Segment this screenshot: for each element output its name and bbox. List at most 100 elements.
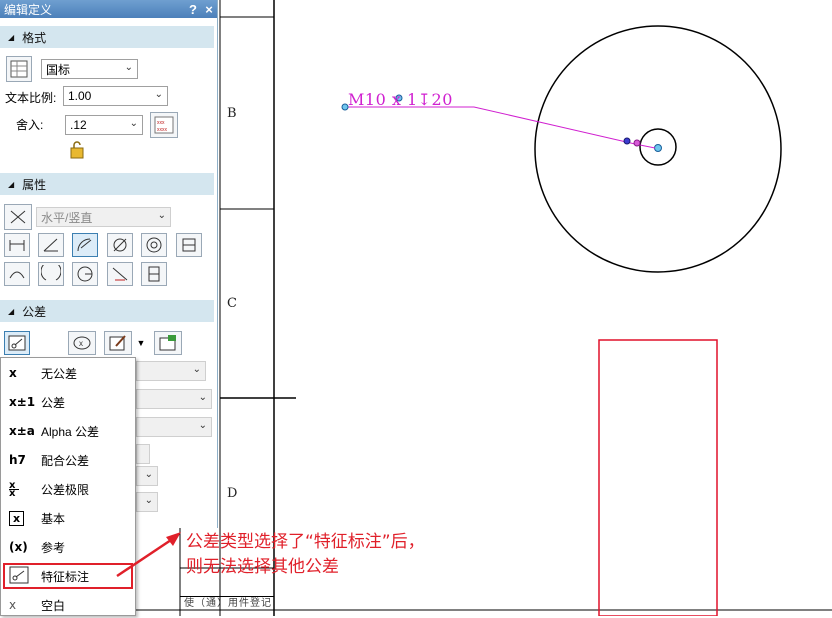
- svg-text:xxx: xxx: [157, 120, 165, 126]
- arrow-grip[interactable]: [623, 137, 631, 145]
- alpha-tolerance-icon: x±a: [9, 424, 35, 438]
- fit-tolerance-icon: h7: [9, 453, 26, 467]
- standard-table-icon[interactable]: [6, 56, 32, 82]
- chord-dim-icon[interactable]: [72, 262, 98, 286]
- red-part-outline[interactable]: [598, 339, 718, 616]
- zone-letter-c: C: [227, 296, 237, 311]
- menu-item-label: 无公差: [41, 366, 78, 381]
- help-button[interactable]: ?: [185, 2, 201, 17]
- menu-item-label: 空白: [41, 598, 66, 613]
- chevron-down-icon: ⌄: [144, 495, 153, 506]
- menu-item-feature-callout[interactable]: 特征标注: [3, 563, 133, 589]
- radius-dim-icon[interactable]: [72, 233, 98, 257]
- annotation-line-1: 公差类型选择了“特征标注”后，: [186, 532, 425, 552]
- aligned-dim-icon[interactable]: [38, 233, 64, 257]
- menu-item-tolerance[interactable]: x±1 公差: [3, 389, 133, 415]
- menu-item-label: 特征标注: [41, 569, 90, 584]
- edit-tolerance-button[interactable]: [104, 331, 132, 355]
- arc-length-icon[interactable]: [4, 262, 30, 286]
- menu-item-label: Alpha 公差: [41, 424, 100, 439]
- chevron-down-icon: ⌄: [154, 89, 163, 100]
- standard-select[interactable]: 国标 ⌄: [41, 59, 138, 79]
- text-scale-value: 1.00: [68, 89, 92, 103]
- tolerance-type-menu: x 无公差 x±1 公差 x±a Alpha 公差 h7 配合公差 xx 公差极…: [0, 357, 136, 616]
- ordinate-dim-icon[interactable]: [141, 262, 167, 286]
- cylinder-dim-icon[interactable]: [176, 233, 202, 257]
- tolerance-section-label: 公差: [22, 304, 47, 319]
- concentric-dim-icon[interactable]: [141, 233, 167, 257]
- basic-icon: x: [3, 511, 39, 526]
- chevron-down-icon: ⌄: [198, 420, 207, 431]
- chevron-down-icon: ⌄: [157, 210, 166, 221]
- svg-text:x: x: [79, 339, 83, 348]
- format-section-label: 格式: [22, 30, 47, 45]
- orientation-icon[interactable]: [4, 204, 32, 230]
- zone-letter-d: D: [227, 486, 238, 501]
- zone-letter-b: B: [227, 106, 237, 121]
- chevron-down-icon: ⌄: [144, 469, 153, 480]
- tolerance-icon: x±1: [9, 395, 36, 409]
- chevron-down-icon: ⌄: [129, 118, 138, 129]
- tolerance-table-button[interactable]: [154, 331, 182, 355]
- hole-center-grip[interactable]: [654, 144, 662, 152]
- annotation-line-2: 则无法选择其他公差: [186, 557, 339, 577]
- orientation-select[interactable]: 水平/竖直 ⌄: [36, 207, 171, 227]
- reference-icon: (x): [9, 540, 28, 554]
- menu-item-label: 基本: [41, 511, 66, 526]
- rounding-value: .12: [70, 118, 87, 132]
- limit-tolerance-icon: xx: [3, 480, 39, 498]
- lock-icon[interactable]: [67, 140, 87, 160]
- menu-item-limit-tolerance[interactable]: xx 公差极限: [3, 476, 133, 502]
- svg-text:xxxx: xxxx: [157, 127, 168, 133]
- chevron-down-icon: ⌄: [198, 392, 207, 403]
- menu-item-label: 公差: [41, 395, 66, 410]
- chevron-down-icon: ⌄: [124, 62, 133, 73]
- text-scale-label: 文本比例:: [5, 91, 57, 105]
- precision-grid-icon[interactable]: xxx xxxx: [150, 112, 178, 138]
- menu-item-label: 配合公差: [41, 453, 90, 468]
- property-section-header[interactable]: ◢ 属性: [0, 173, 214, 195]
- linear-dim-icon[interactable]: [4, 233, 30, 257]
- tolerance-section-header[interactable]: ◢ 公差: [0, 300, 214, 322]
- rounding-label: 舍入:: [16, 118, 44, 132]
- collapse-triangle-icon: ◢: [8, 179, 15, 189]
- feature-callout-icon: [3, 566, 39, 587]
- tolerance-precision-select[interactable]: ⌄: [136, 466, 158, 486]
- menu-item-basic[interactable]: x 基本: [3, 505, 133, 531]
- format-section-header[interactable]: ◢ 格式: [0, 26, 214, 48]
- rounding-select[interactable]: .12 ⌄: [65, 115, 143, 135]
- callout-text[interactable]: M10 x 1↧20: [348, 90, 453, 109]
- collapse-triangle-icon: ◢: [8, 306, 15, 316]
- basic-tolerance-button[interactable]: x: [68, 331, 96, 355]
- menu-item-fit-tolerance[interactable]: h7 配合公差: [3, 447, 133, 473]
- diameter-dim-icon[interactable]: [107, 233, 133, 257]
- standard-value: 国标: [46, 62, 71, 77]
- title-block-text: 使（通）用件登记: [180, 596, 274, 610]
- menu-item-alpha-tolerance[interactable]: x±a Alpha 公差: [3, 418, 133, 444]
- close-button[interactable]: ×: [201, 2, 217, 17]
- tolerance-rounding-select[interactable]: ⌄: [136, 492, 158, 512]
- orientation-value: 水平/竖直: [41, 210, 93, 225]
- upper-tolerance-select[interactable]: ⌄: [136, 389, 212, 409]
- menu-item-label: 公差极限: [41, 482, 90, 497]
- panel-title: 编辑定义: [4, 2, 53, 17]
- chamfer-dim-icon[interactable]: [107, 262, 133, 286]
- tolerance-type-button[interactable]: [4, 331, 30, 355]
- callout-leader-line[interactable]: [345, 106, 636, 145]
- menu-item-no-tolerance[interactable]: x 无公差: [3, 360, 133, 386]
- menu-item-blank[interactable]: x 空白: [3, 592, 133, 618]
- chevron-down-icon: ⌄: [192, 364, 201, 375]
- tolerance-value-select[interactable]: ⌄: [136, 361, 206, 381]
- collapse-triangle-icon: ◢: [8, 32, 15, 42]
- arrow-grip[interactable]: [633, 139, 641, 147]
- panel-titlebar[interactable]: 编辑定义 ? ×: [0, 0, 217, 18]
- text-scale-select[interactable]: 1.00 ⌄: [63, 86, 168, 106]
- no-tolerance-icon: x: [9, 366, 17, 380]
- edit-tolerance-dropdown[interactable]: ▼: [134, 331, 148, 355]
- menu-item-label: 参考: [41, 540, 66, 555]
- blank-icon: x: [9, 598, 17, 612]
- tolerance-checkbox-field[interactable]: [136, 444, 150, 464]
- lower-tolerance-select[interactable]: ⌄: [136, 417, 212, 437]
- menu-item-reference[interactable]: (x) 参考: [3, 534, 133, 560]
- angle-dim-icon[interactable]: [38, 262, 64, 286]
